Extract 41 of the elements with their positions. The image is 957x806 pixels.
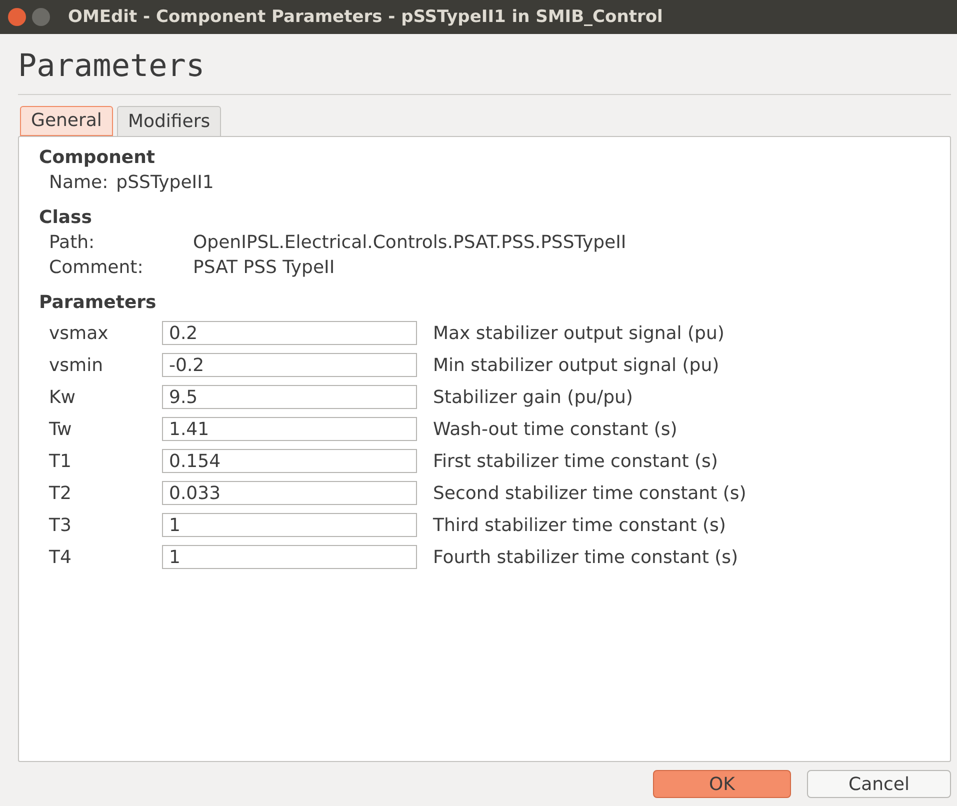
parameter-description: Fourth stabilizer time constant (s) bbox=[433, 546, 738, 568]
section-title: Component bbox=[39, 147, 156, 168]
close-icon[interactable] bbox=[8, 8, 26, 26]
window-title: OMEdit - Component Parameters - pSSTypeII1 in SMIB_Control bbox=[68, 7, 663, 27]
tab[interactable]: Modifiers bbox=[116, 106, 222, 136]
parameter-description: Min stabilizer output signal (pu) bbox=[433, 354, 720, 376]
parameter-description: First stabilizer time constant (s) bbox=[433, 450, 718, 472]
dialog-heading: Parameters bbox=[18, 34, 951, 95]
minimize-icon[interactable] bbox=[32, 8, 50, 26]
input-field[interactable]: 0.2 bbox=[162, 321, 417, 345]
class-path: OpenIPSL.Electrical.Controls.PSAT.PSS.PSSTypeII bbox=[193, 232, 626, 253]
tab[interactable]: General bbox=[20, 106, 113, 136]
ok-button[interactable]: OK bbox=[653, 770, 791, 798]
component-name: pSSTypeII1 bbox=[116, 172, 214, 193]
cancel-button[interactable]: Cancel bbox=[807, 770, 951, 798]
input-field[interactable]: 1.41 bbox=[162, 417, 417, 441]
parameter-name: vsmin bbox=[49, 354, 104, 376]
parameter-name: T2 bbox=[49, 482, 72, 504]
class-comment: PSAT PSS TypeII bbox=[193, 257, 335, 278]
input-field[interactable]: 1 bbox=[162, 545, 417, 569]
parameter-description: Wash-out time constant (s) bbox=[433, 418, 678, 440]
parameter-name: vsmax bbox=[49, 322, 110, 344]
input-field[interactable]: 1 bbox=[162, 513, 417, 537]
input-field[interactable]: 0.154 bbox=[162, 449, 417, 473]
input-field[interactable]: -0.2 bbox=[162, 353, 417, 377]
section-title: Class bbox=[39, 207, 93, 228]
parameter-description: Stabilizer gain (pu/pu) bbox=[433, 386, 633, 408]
parameter-description: Third stabilizer time constant (s) bbox=[433, 514, 726, 536]
field-label: Name: bbox=[49, 172, 108, 193]
input-field[interactable]: 9.5 bbox=[162, 385, 417, 409]
parameter-name: T3 bbox=[49, 514, 72, 536]
field-label: Comment: bbox=[49, 257, 144, 278]
parameter-name: T1 bbox=[49, 450, 72, 472]
input-field[interactable]: 0.033 bbox=[162, 481, 417, 505]
parameter-name: Tw bbox=[49, 418, 73, 440]
parameter-name: Kw bbox=[49, 386, 77, 408]
parameter-description: Max stabilizer output signal (pu) bbox=[433, 322, 724, 344]
parameter-name: T4 bbox=[49, 546, 72, 568]
field-label: Path: bbox=[49, 232, 96, 253]
parameter-description: Second stabilizer time constant (s) bbox=[433, 482, 746, 504]
section-title: Parameters bbox=[39, 292, 158, 313]
